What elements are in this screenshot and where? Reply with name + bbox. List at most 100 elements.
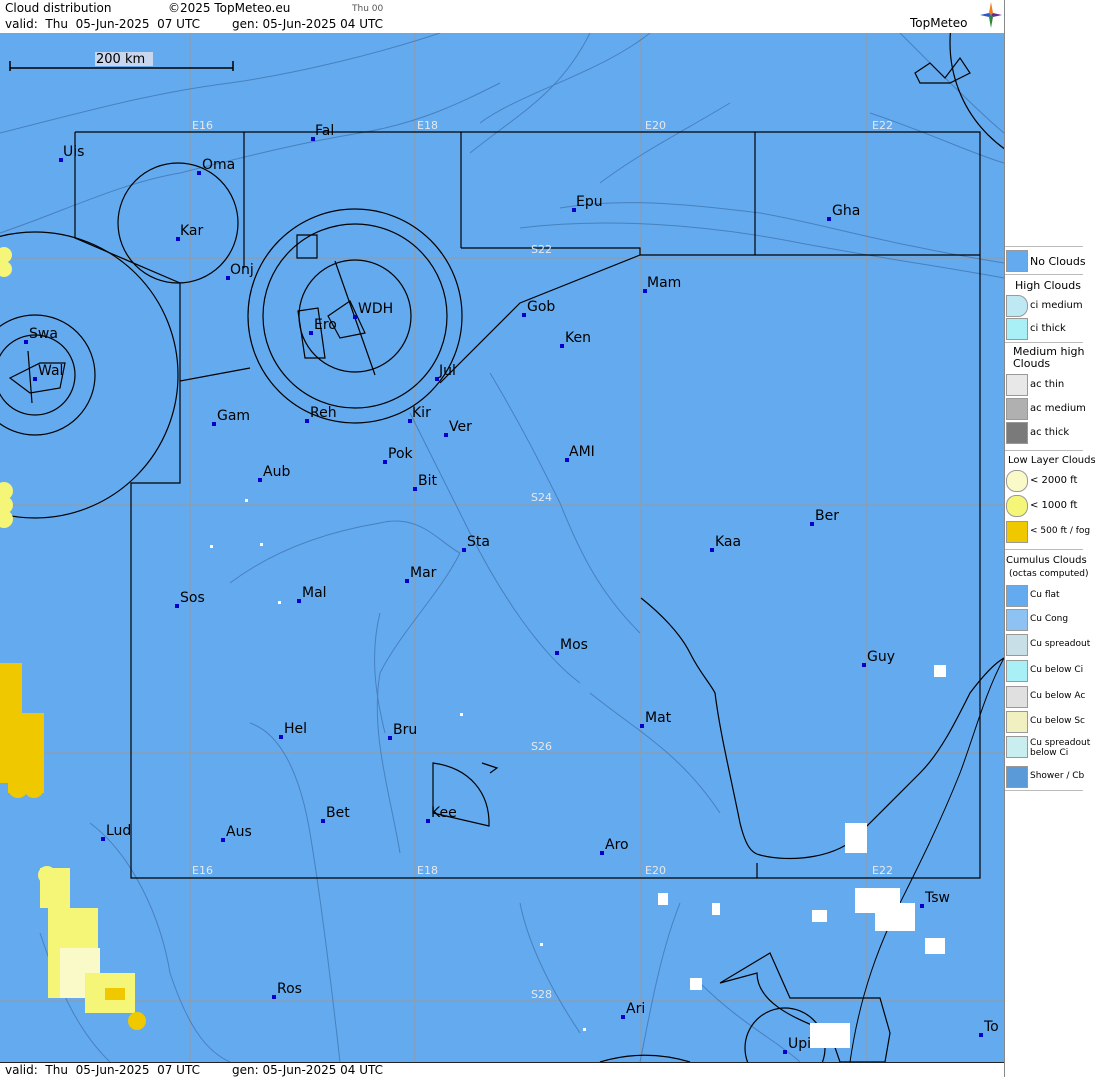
- city-label: Upi: [788, 1036, 812, 1052]
- city-label: Ber: [815, 508, 839, 524]
- city-label: Tsw: [925, 890, 950, 906]
- legend-label: Cu spreadout: [1030, 639, 1091, 649]
- city-label: Bru: [393, 722, 418, 738]
- legend-swatch-cu-cong: [1006, 609, 1028, 631]
- legend-label: ci thick: [1030, 323, 1066, 334]
- city-label: Guy: [867, 649, 896, 665]
- legend-swatch-ci-medium: [1006, 295, 1028, 317]
- legend-label: < 500 ft / fog: [1030, 526, 1091, 536]
- footer-valid-time: valid: Thu 05-Jun-2025 07 UTC: [5, 1063, 200, 1077]
- city-label: WDH: [358, 301, 394, 317]
- legend-swatch-ac-thick: [1006, 422, 1028, 444]
- legend-label: Cu below Sc: [1030, 716, 1085, 726]
- grid-label: E16: [192, 864, 213, 877]
- legend-swatch-low-500: [1006, 521, 1028, 543]
- footer-generated-time: gen: 05-Jun-2025 04 UTC: [232, 1063, 384, 1077]
- legend-label: ac thin: [1030, 379, 1065, 390]
- legend-label: Cu below Ci: [1030, 665, 1084, 675]
- grid-label: E18: [417, 119, 438, 132]
- city-label: Mat: [645, 710, 672, 726]
- city-label: Swa: [29, 326, 58, 342]
- city-label: Mam: [647, 275, 682, 291]
- city-dots: [24, 137, 983, 1054]
- city-label: Mos: [560, 637, 588, 653]
- city-label: Mar: [410, 565, 437, 581]
- topmeteo-logo: TopMeteo: [910, 16, 968, 30]
- city-label: Oma: [202, 157, 236, 173]
- legend-label: < 2000 ft: [1030, 475, 1078, 486]
- city-label: Reh: [310, 405, 337, 421]
- city-label: Epu: [576, 194, 603, 210]
- city-label: Kaa: [715, 534, 742, 550]
- city-label: Gha: [832, 203, 861, 219]
- legend-label: ac medium: [1030, 403, 1086, 414]
- generated-time: gen: 05-Jun-2025 04 UTC: [232, 17, 384, 31]
- legend-label: < 1000 ft: [1030, 500, 1078, 511]
- legend-swatch-cu-spread-ci: [1006, 736, 1028, 758]
- legend-swatch-low-2000: [1006, 470, 1028, 492]
- city-label: Bit: [418, 473, 437, 489]
- legend-heading: Low Layer Clouds: [1008, 455, 1095, 466]
- legend-swatch-shower: [1006, 766, 1028, 788]
- scale-label: 200 km: [96, 52, 146, 67]
- cloud-map[interactable]: 200 km E16 E18 E20 E22 S22 S24 S26 S28 E…: [0, 33, 1004, 1062]
- city-label: Kee: [431, 805, 457, 821]
- city-label: Aub: [263, 464, 291, 480]
- city-label: Hel: [284, 721, 308, 737]
- city-label: Ver: [449, 419, 472, 435]
- legend-swatch-ac-medium: [1006, 398, 1028, 420]
- city-label: Sta: [467, 534, 490, 550]
- city-label: Aus: [226, 824, 252, 840]
- city-label: Ros: [277, 981, 302, 997]
- legend-swatch-cu-below-ac: [1006, 686, 1028, 708]
- valid-time: valid: Thu 05-Jun-2025 07 UTC: [5, 17, 200, 31]
- legend-swatch-cu-spread: [1006, 634, 1028, 656]
- legend-label: Cu flat: [1030, 590, 1060, 600]
- legend-label: Cu Cong: [1030, 614, 1069, 624]
- city-label: Wal: [38, 363, 64, 379]
- legend-heading: High Clouds: [1015, 279, 1081, 292]
- grid-label: S28: [531, 988, 552, 1001]
- map-footer: valid: Thu 05-Jun-2025 07 UTC gen: 05-Ju…: [0, 1062, 1004, 1078]
- city-label: Gob: [527, 299, 556, 315]
- city-label: Fal: [315, 123, 335, 139]
- legend-label: ci medium: [1030, 300, 1083, 311]
- legend-heading: Medium high Clouds: [1013, 345, 1085, 370]
- forecast-step: Thu 00: [352, 4, 384, 14]
- legend-swatch-cu-below-sc: [1006, 711, 1028, 733]
- city-label: Pok: [388, 446, 413, 462]
- legend-swatch-ci-thick: [1006, 318, 1028, 340]
- copyright: ©2025 TopMeteo.eu: [168, 1, 291, 15]
- legend-label: No Clouds: [1030, 255, 1086, 268]
- city-label: Ero: [314, 317, 337, 333]
- city-label: Ken: [565, 330, 591, 346]
- grid-label: S26: [531, 740, 552, 753]
- city-label: Ari: [626, 1001, 646, 1017]
- city-label: Jul: [439, 363, 456, 379]
- cumulus-dots: [210, 499, 946, 1048]
- legend-swatch-no-clouds: [1006, 250, 1028, 272]
- map-header: Cloud distribution ©2025 TopMeteo.eu Thu…: [0, 0, 1004, 34]
- grid-label: E20: [645, 119, 666, 132]
- grid-label: E22: [872, 119, 893, 132]
- city-label: Kar: [180, 223, 204, 239]
- legend-panel: No Clouds High Clouds ci medium ci thick…: [1004, 0, 1095, 1077]
- city-label: Uis: [63, 144, 85, 160]
- legend-swatch-cu-below-ci: [1006, 660, 1028, 682]
- city-label: Sos: [180, 590, 205, 606]
- city-label: Kir: [412, 405, 431, 421]
- grid-label: E16: [192, 119, 213, 132]
- legend-swatch-low-1000: [1006, 495, 1028, 517]
- grid-label: E20: [645, 864, 666, 877]
- grid-label: S22: [531, 243, 552, 256]
- city-label: Mal: [302, 585, 327, 601]
- legend-label: Cu below Ac: [1030, 691, 1086, 701]
- map-lines: [0, 33, 1004, 1062]
- city-label: Onj: [230, 262, 254, 278]
- city-label: Aro: [605, 837, 629, 853]
- legend-label: Shower / Cb: [1030, 771, 1085, 781]
- product-title: Cloud distribution: [5, 1, 112, 15]
- grid-label: E22: [872, 864, 893, 877]
- grid-label: E18: [417, 864, 438, 877]
- legend-label: Cu spreadout below Ci: [1030, 738, 1091, 758]
